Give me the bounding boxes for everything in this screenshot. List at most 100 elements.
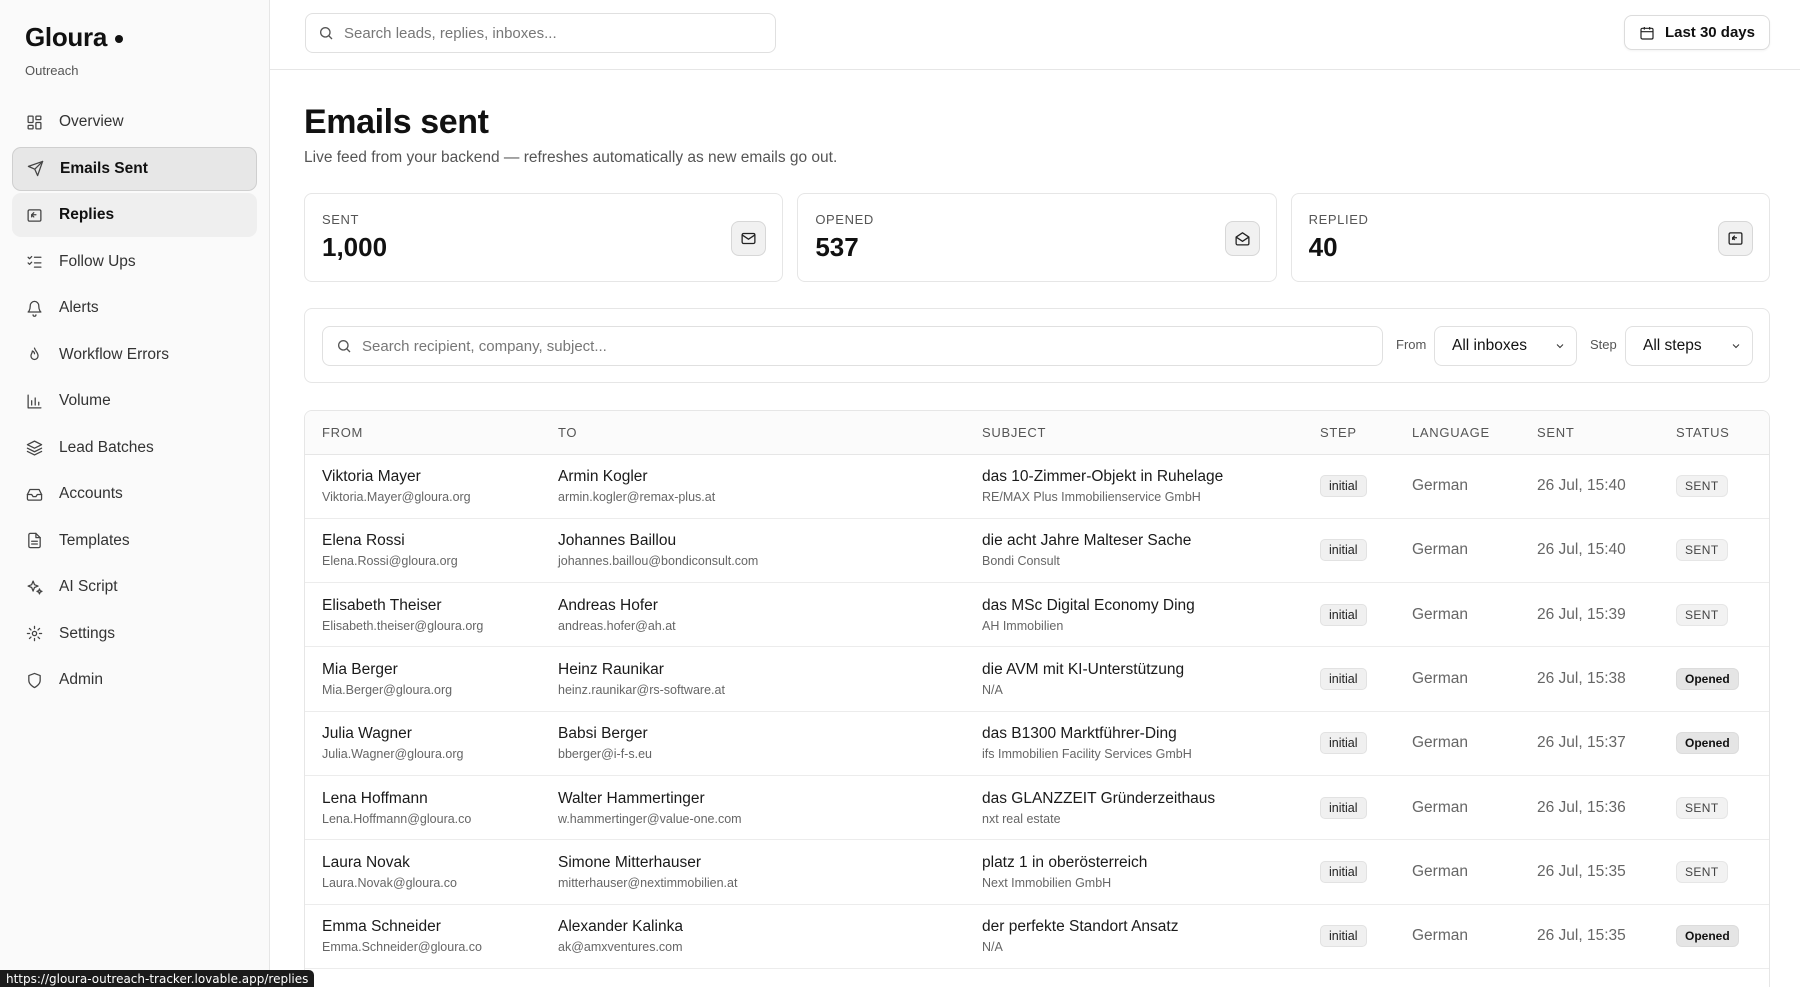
search-icon	[336, 338, 352, 354]
email-subject: das MSc Digital Economy Ding	[982, 596, 1195, 614]
recipient-name: Babsi Berger	[558, 725, 648, 743]
sidebar-item-ai-script[interactable]: AI Script	[12, 565, 257, 609]
sidebar-item-workflow-errors[interactable]: Workflow Errors	[12, 333, 257, 377]
sidebar-item-accounts[interactable]: Accounts	[12, 472, 257, 516]
sidebar-item-label: Accounts	[59, 485, 123, 502]
status-cell: SENT	[1659, 840, 1769, 904]
table-row[interactable]: Mia Berger Mia.Berger@gloura.org Heinz Rau…	[305, 647, 1769, 712]
search-icon	[318, 25, 334, 41]
sidebar-item-label: AI Script	[59, 578, 118, 595]
recipient-email: mitterhauser@nextimmobilien.at	[558, 875, 738, 890]
date-range-button[interactable]: Last 30 days	[1623, 15, 1770, 50]
brand-subtitle: Outreach	[25, 63, 79, 78]
step-cell: initial	[1303, 454, 1395, 518]
step-pill: initial	[1320, 796, 1367, 819]
sidebar-item-label: Follow Ups	[59, 252, 136, 270]
sidebar-item-admin[interactable]: Admin	[12, 658, 257, 702]
from-inbox-value: All inboxes	[1452, 337, 1527, 354]
sent-time-cell: 26 Jul, 15:38	[1537, 670, 1626, 688]
sidebar-item-settings[interactable]: Settings	[12, 612, 257, 656]
from-inbox-select[interactable]: All inboxes	[1434, 326, 1577, 366]
inbox-icon	[25, 485, 43, 503]
sender-name: Laura Novak	[322, 853, 410, 871]
recipient-name: Walter Hammertinger	[558, 789, 705, 807]
brand: Gloura Outreach	[25, 22, 123, 78]
column-header-sent[interactable]: SENT	[1520, 411, 1659, 455]
brand-title[interactable]: Gloura	[25, 22, 123, 53]
step-filter-label: Step	[1590, 337, 1617, 352]
from-cell: Julia Wagner Julia.Wagner@gloura.org	[305, 711, 541, 775]
table-row[interactable]: Laura Novak Laura.Novak@gloura.co Simone M…	[305, 840, 1769, 905]
sidebar-item-label: Workflow Errors	[59, 345, 169, 363]
column-header-subject[interactable]: SUBJECT	[965, 411, 1303, 455]
step-select[interactable]: All steps	[1625, 326, 1753, 366]
sidebar-item-replies[interactable]: Replies	[12, 193, 257, 237]
column-header-from[interactable]: FROM	[305, 411, 541, 455]
sidebar-item-templates[interactable]: Templates	[12, 519, 257, 563]
recipient-name: Simone Mitterhauser	[558, 853, 702, 871]
language-cell: German	[1412, 734, 1468, 752]
step-pill: initial	[1320, 475, 1367, 498]
status-cell: Opened	[1659, 904, 1769, 968]
shield-icon	[25, 671, 43, 689]
stats-row: SENT 1,000 OPENED 537 REPLIED 40	[304, 193, 1770, 282]
to-cell: Simone Mitterhauser mitterhauser@nextimmo…	[541, 840, 965, 904]
column-header-status[interactable]: STATUS	[1659, 411, 1769, 455]
recipient-name: Andreas Hofer	[558, 596, 658, 614]
table-row[interactable]: Lena Hoffmann Lena.Hoffmann@gloura.co Walt…	[305, 775, 1769, 840]
email-subject: die AVM mit KI-Unterstützung	[982, 661, 1185, 679]
layout-grid-icon	[25, 113, 43, 131]
brand-dot-icon	[115, 34, 123, 43]
language-cell: German	[1412, 798, 1468, 816]
column-header-step[interactable]: STEP	[1303, 411, 1395, 455]
recipient-email: bberger@i-f-s.eu	[558, 747, 652, 762]
gear-icon	[25, 625, 43, 643]
sidebar-item-volume[interactable]: Volume	[12, 379, 257, 423]
table-row[interactable]: Elisabeth Theiser Elisabeth.theiser@glour…	[305, 583, 1769, 647]
step-pill: initial	[1320, 539, 1367, 562]
sidebar-item-label: Overview	[59, 113, 124, 130]
column-header-to[interactable]: TO	[541, 411, 965, 455]
email-subject: platz 1 in oberösterreich	[982, 853, 1148, 871]
mail-icon	[731, 221, 767, 256]
sent-time-cell: 26 Jul, 15:37	[1537, 734, 1626, 752]
table-row[interactable]: Emma Schneider Emma.Schneider@gloura.co Al…	[305, 904, 1769, 969]
sidebar-item-label: Emails Sent	[60, 159, 148, 177]
subject-cell: das GLANZZEIT Gründerzeithaus nxt real es…	[965, 775, 1303, 839]
status-cell: Opened	[1659, 647, 1769, 711]
column-header-language[interactable]: LANGUAGE	[1395, 411, 1520, 455]
global-search-input[interactable]	[344, 24, 775, 42]
recipient-name: Armin Kogler	[558, 468, 648, 486]
send-icon	[26, 160, 44, 178]
status-badge: Opened	[1676, 668, 1739, 691]
sidebar-item-follow-ups[interactable]: Follow Ups	[12, 240, 257, 284]
table-row[interactable]: Viktoria Mayer Viktoria.Mayer@gloura.org A…	[305, 454, 1769, 519]
date-range-label: Last 30 days	[1664, 24, 1755, 41]
company-name: N/A	[982, 683, 1003, 698]
company-name: nxt real estate	[982, 811, 1061, 826]
sender-email: Julia.Wagner@gloura.org	[322, 747, 464, 762]
stat-label: SENT	[322, 212, 360, 227]
sidebar-item-label: Admin	[59, 671, 103, 688]
recipient-email: armin.kogler@remax-plus.at	[558, 490, 716, 505]
sender-email: Elena.Rossi@gloura.org	[322, 554, 458, 569]
sidebar-item-emails-sent[interactable]: Emails Sent	[12, 146, 257, 191]
table-search[interactable]	[322, 326, 1383, 366]
step-cell: initial	[1303, 647, 1395, 711]
language-cell: German	[1412, 670, 1468, 688]
status-badge: Opened	[1676, 732, 1739, 755]
subject-cell: die acht Jahre Malteser Sache Bondi Consu…	[965, 518, 1303, 582]
sidebar-item-lead-batches[interactable]: Lead Batches	[12, 426, 257, 470]
global-search[interactable]	[305, 13, 776, 53]
sidebar-item-overview[interactable]: Overview	[12, 100, 257, 144]
sent-time-cell: 26 Jul, 15:40	[1537, 477, 1626, 495]
status-cell: SENT	[1659, 583, 1769, 647]
from-cell: Viktoria Mayer Viktoria.Mayer@gloura.org	[305, 454, 541, 518]
to-cell: Andreas Hofer andreas.hofer@ah.at	[541, 583, 965, 647]
table-row[interactable]: Julia Wagner Julia.Wagner@gloura.org Babsi…	[305, 711, 1769, 776]
table-row[interactable]: Elena Rossi Elena.Rossi@gloura.org Johanne…	[305, 518, 1769, 583]
calendar-icon	[1640, 26, 1654, 40]
sidebar-item-alerts[interactable]: Alerts	[12, 286, 257, 330]
table-search-input[interactable]	[362, 337, 1382, 355]
language-cell: German	[1412, 477, 1468, 495]
